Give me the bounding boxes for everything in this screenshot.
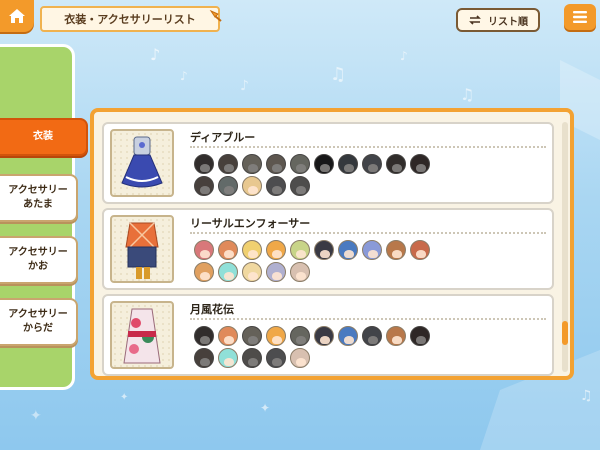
character-icon[interactable] [290,262,310,282]
character-icon[interactable] [386,240,406,260]
character-icon[interactable] [194,240,214,260]
svg-text:♪: ♪ [180,69,188,83]
character-icon[interactable] [218,348,238,368]
tab-accessory-body-line1: アクセサリー [8,309,68,320]
character-icon[interactable] [242,348,262,368]
character-icon[interactable] [242,154,262,174]
tab-costume-label: 衣装 [33,131,53,142]
page-title: 衣装・アクセサリーリスト [40,6,220,32]
svg-text:♫: ♫ [580,388,593,404]
character-icon[interactable] [194,348,214,368]
kimono-icon [123,308,161,364]
character-icon[interactable] [266,154,286,174]
costume-card[interactable]: リーサルエンフォーサー [102,208,554,290]
tab-accessory-body-line2: からだ [23,323,53,334]
character-icon[interactable] [386,326,406,346]
character-icon[interactable] [362,154,382,174]
svg-text:♪: ♪ [150,45,160,64]
character-icon[interactable] [338,326,358,346]
character-icon[interactable] [410,154,430,174]
character-icon[interactable] [194,176,214,196]
list-scrollbar[interactable] [562,122,568,372]
character-icon[interactable] [362,240,382,260]
svg-text:♪: ♪ [400,49,408,63]
character-icon[interactable] [362,326,382,346]
tab-accessory-head-line1: アクセサリー [8,185,68,196]
character-icon[interactable] [314,326,334,346]
character-icon[interactable] [218,176,238,196]
svg-text:♫: ♫ [330,64,346,85]
scrollbar-thumb[interactable] [562,321,568,345]
costume-name: 月風花伝 [190,303,234,316]
costume-card[interactable]: ディアブルー [102,122,554,204]
character-icon[interactable] [218,326,238,346]
character-icon[interactable] [194,262,214,282]
sort-order-label: リスト順 [488,16,528,28]
character-icon[interactable] [290,240,310,260]
sort-order-button[interactable]: リスト順 [456,8,540,32]
tab-accessory-face-line1: アクセサリー [8,247,68,258]
character-icon[interactable] [266,240,286,260]
costume-name: ディアブルー [190,131,256,144]
svg-text:✦: ✦ [260,401,270,415]
home-button[interactable] [0,0,34,32]
character-icon[interactable] [338,240,358,260]
svg-text:✦: ✦ [120,392,128,403]
title-divider [190,146,546,148]
tab-accessory-face-line2: かお [28,261,48,272]
costume-name: リーサルエンフォーサー [190,217,311,230]
character-icon[interactable] [410,240,430,260]
hamburger-menu-icon [573,11,587,23]
character-icon[interactable] [242,240,262,260]
character-icon[interactable] [314,154,334,174]
svg-text:♫: ♫ [460,85,474,104]
tab-costume[interactable]: 衣装 [0,118,88,156]
character-icon[interactable] [314,240,334,260]
character-icon[interactable] [290,176,310,196]
character-list [194,326,534,370]
costume-card[interactable]: 月風花伝 [102,294,554,376]
tab-accessory-head[interactable]: アクセサリー あたま [0,174,78,222]
character-icon[interactable] [194,154,214,174]
character-icon[interactable] [290,326,310,346]
character-icon[interactable] [338,154,358,174]
character-icon[interactable] [194,326,214,346]
character-icon[interactable] [218,240,238,260]
character-icon[interactable] [290,154,310,174]
dress-icon [121,136,163,188]
tab-accessory-face[interactable]: アクセサリー かお [0,236,78,284]
title-divider [190,318,546,320]
character-icon[interactable] [218,154,238,174]
home-icon [9,9,25,23]
tab-accessory-body[interactable]: アクセサリー からだ [0,298,78,346]
svg-text:♪: ♪ [240,78,249,94]
character-list [194,240,534,284]
character-icon[interactable] [242,176,262,196]
character-icon[interactable] [218,262,238,282]
costume-thumbnail [110,129,174,197]
title-divider [190,232,546,234]
svg-text:✦: ✦ [30,408,42,424]
character-icon[interactable] [290,348,310,368]
character-icon[interactable] [386,154,406,174]
menu-button[interactable] [564,4,596,30]
tab-accessory-head-line2: あたま [23,199,53,210]
character-icon[interactable] [410,326,430,346]
character-icon[interactable] [266,262,286,282]
swap-arrows-icon [469,15,481,25]
costume-list-panel[interactable]: ディアブルー リーサルエンフォーサー 月風花伝 [90,108,574,380]
character-icon[interactable] [266,176,286,196]
outfit-icon [125,222,159,279]
character-icon[interactable] [242,262,262,282]
costume-thumbnail [110,301,174,369]
costume-thumbnail [110,215,174,283]
character-icon[interactable] [266,348,286,368]
character-list [194,154,534,198]
character-icon[interactable] [266,326,286,346]
character-icon[interactable] [242,326,262,346]
pin-icon [209,9,222,22]
